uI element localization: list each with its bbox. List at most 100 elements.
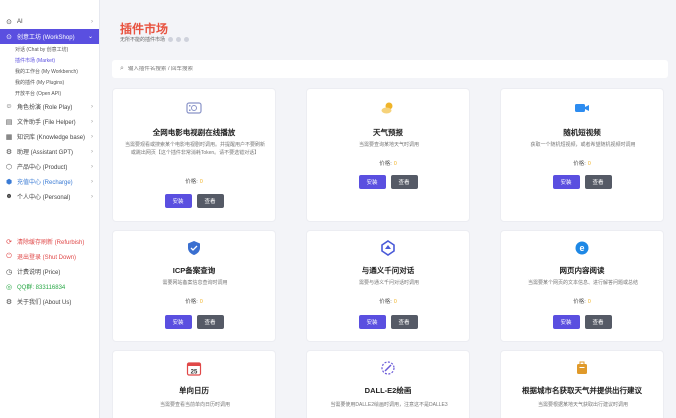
price-label: 价格: [573,299,586,305]
user-icon: ☻ [5,193,13,200]
dalle-icon [379,359,397,377]
sidebar-subitem-plugins[interactable]: 我的插件 (My Plugins) [0,77,99,88]
clock-icon: ◷ [5,268,13,276]
plugin-card-movie: 全网电影电视剧在线播放 当需要观看或搜索某个电影电视剧时调用。并提醒用户不要刷新… [112,88,276,222]
card-title: 随机短视频 [563,128,601,137]
page-title: 插件市场 [120,22,169,36]
card-icon-wrap [307,239,469,257]
card-desc: 当需要根据某地天气获取出行建议时调用 [537,402,628,408]
card-icon-wrap [501,99,663,117]
sidebar-item-label: 清除缓存刷新 (Refurbish) [17,240,85,246]
card-title: 与通义千问对话 [361,266,415,275]
install-button[interactable]: 安装 [358,315,386,329]
chevron-down-icon: ⌄ [87,34,93,40]
card-icon-wrap: e [501,239,663,257]
install-button[interactable]: 安装 [552,315,580,329]
price-value: 0 [393,161,397,167]
sidebar-item-workshop[interactable]: ⊙ 创意工坊 (WorkShop) ⌄ [0,29,99,44]
search-input[interactable] [127,66,328,72]
sidebar-item-price[interactable]: ◷ 计费说明 (Price) [0,264,99,279]
sidebar-subitem-chat[interactable]: 对话 (Chat by 创意工坊) [0,44,99,55]
view-button[interactable]: 查看 [584,175,612,189]
plugin-card-tongyi: 与通义千问对话 需要与通义千问对话时调用 价格: 0 安装 查看 [306,230,470,342]
card-desc: 当需要查看当前单向日历时调用 [159,402,230,408]
card-title: 根据城市名获取天气并提供出行建议 [522,386,642,395]
card-title: 网页内容阅读 [559,266,605,275]
recharge-icon: ⬢ [5,178,13,186]
card-desc: 当需要查询某地天气时调用 [358,142,419,148]
sidebar-item-personal[interactable]: ☻ 个人中心 (Personal) › [0,189,99,204]
dot-icon [168,37,174,42]
sidebar-item-product[interactable]: ⬡ 产品中心 (Product) › [0,159,99,174]
plugin-card-icp: ICP备案查询 需要网站备案信息查询时调用 价格: 0 安装 查看 [112,230,276,342]
file-icon: ▤ [5,118,13,126]
install-button[interactable]: 安装 [164,315,192,329]
sidebar-item-label: 充值中心 (Recharge) [17,180,73,186]
sidebar-subitem-openapi[interactable]: 开放平台 (Open API) [0,88,99,99]
settings-icon: ⚙ [5,298,13,306]
assistant-icon: ⚙ [5,148,13,156]
card-price: 价格: 0 [501,159,663,167]
card-actions: 安装 查看 [113,315,275,329]
card-actions: 安装 查看 [307,175,469,189]
sidebar-item-qq[interactable]: ◎ QQ群: 833116834 [0,279,99,294]
install-button[interactable]: 安装 [358,175,386,189]
price-label: 价格: [573,161,586,167]
sidebar-item-filehelper[interactable]: ▤ 文件助手 (File Helper) › [0,114,99,129]
plugin-card-weather: 天气预报 当需要查询某地天气时调用 价格: 0 安装 查看 [306,88,470,222]
card-actions: 安装 查看 [501,315,663,329]
product-icon: ⬡ [5,163,13,171]
sidebar-item-about[interactable]: ⚙ 关于我们 (About Us) [0,294,99,309]
sidebar-item-recharge[interactable]: ⬢ 充值中心 (Recharge) › [0,174,99,189]
search-bar: ⌕ [112,60,668,78]
sidebar-subitem-workbench[interactable]: 我的工作台 (My Workbench) [0,66,99,77]
card-price: 价格: 0 [501,297,663,305]
sidebar-item-logout[interactable]: ⏻ 退出登录 (Shut Down) [0,249,99,264]
calendar-icon: 25 [185,359,203,377]
plugin-card-calendar: 25 单向日历 当需要查看当前单向日历时调用 [112,350,276,418]
dot-icon [184,37,190,42]
film-icon [185,99,203,117]
view-button[interactable]: 查看 [584,315,612,329]
view-button[interactable]: 查看 [196,194,224,208]
view-button[interactable]: 查看 [390,175,418,189]
sidebar-item-knowledge[interactable]: ▦ 知识库 (Knowledge base) › [0,129,99,144]
sidebar-item-label: 关于我们 (About Us) [17,300,72,306]
sidebar-item-refurbish[interactable]: ⟳ 清除缓存刷新 (Refurbish) [0,234,99,249]
sidebar-item-label: 文件助手 (File Helper) [17,120,76,126]
sidebar-item-ai[interactable]: ⊙ AI › [0,14,99,29]
weather-icon [379,99,397,117]
chevron-right-icon: › [91,103,93,110]
sidebar-item-label: AI [17,18,23,25]
chevron-right-icon: › [91,163,93,170]
sidebar-item-label: 角色扮演 (Role Play) [17,105,73,111]
sidebar-item-roleplay[interactable]: ☺ 角色扮演 (Role Play) › [0,99,99,114]
main-content: 插件市场 无所不能的插件市场 ⌕ 全网电影电视剧在线播放 当需要观看或搜索某个电… [100,0,676,418]
plugin-card-city-weather: 根据城市名获取天气并提供出行建议 当需要根据某地天气获取出行建议时调用 [500,350,664,418]
card-desc: 获取一个随机短视频，或者希望随机视频时调用 [530,142,636,148]
card-desc: 当需要观看或搜索某个电影电视剧时调用。并提醒用户不要刷新或跳出网页【这个插件非常… [125,142,266,156]
install-button[interactable]: 安装 [164,194,192,208]
sidebar-item-label: 计费说明 (Price) [17,270,61,276]
price-value: 0 [199,179,203,185]
view-button[interactable]: 查看 [390,315,418,329]
card-icon-wrap [307,359,469,377]
card-icon-wrap [501,359,663,377]
chevron-right-icon: › [91,148,93,155]
luggage-icon [573,359,591,377]
card-desc: 当需要使用DALLE2绘画时调用，注意这不是DALLE3 [330,402,448,408]
chevron-right-icon: › [91,133,93,140]
view-button[interactable]: 查看 [196,315,224,329]
sidebar-item-label: 退出登录 (Shut Down) [17,255,77,261]
card-price: 价格: 0 [113,177,275,185]
sidebar-subitem-market[interactable]: 插件市场 (Market) [0,55,99,66]
page-subtitle-text: 无所不能的插件市场 [120,37,166,43]
price-value: 0 [393,299,397,305]
card-title: ICP备案查询 [172,266,216,275]
card-actions: 安装 查看 [307,315,469,329]
sidebar-item-assistant[interactable]: ⚙ 助理 (Assistant GPT) › [0,144,99,159]
install-button[interactable]: 安装 [552,175,580,189]
browser-icon: e [573,239,591,257]
sidebar-item-label: 知识库 (Knowledge base) [17,135,86,141]
card-price: 价格: 0 [307,159,469,167]
